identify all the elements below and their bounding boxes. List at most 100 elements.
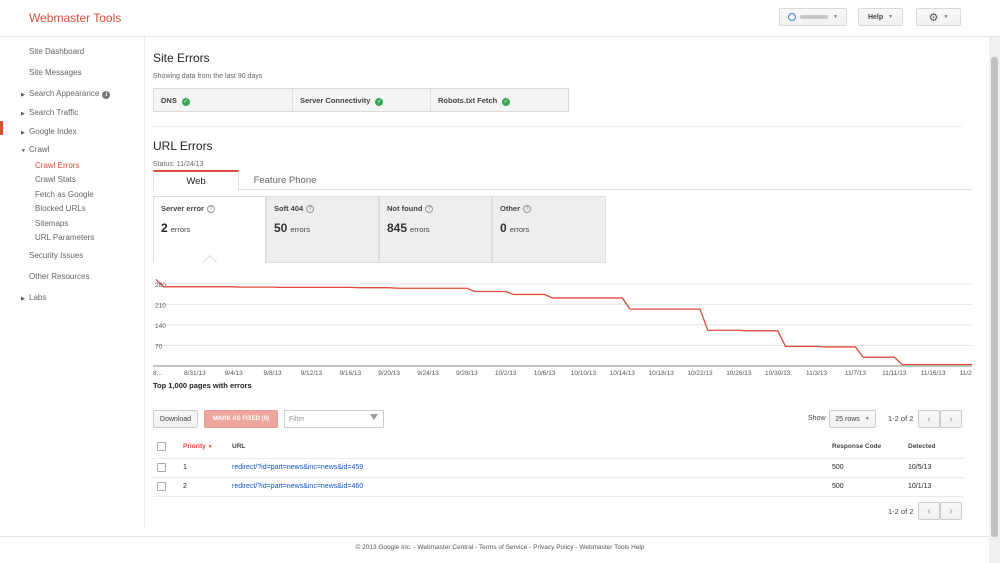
row-url-link[interactable]: redirect/?id=part=news&inc=news&id=459 bbox=[232, 464, 363, 471]
tile-unit: errors bbox=[290, 225, 310, 235]
help-label: Help bbox=[867, 13, 884, 21]
filter-input[interactable]: Filter bbox=[284, 410, 384, 428]
x-tick-label: 9/16/13 bbox=[339, 370, 361, 377]
url-link[interactable]: redirect/?id=part=news&inc=news&id=460 bbox=[232, 483, 363, 490]
filter-funnel-icon bbox=[370, 414, 378, 420]
x-tick-label: 8... bbox=[153, 370, 162, 377]
y-tick-label: 280 bbox=[155, 282, 166, 289]
sidebar-item-label: Search Appearance bbox=[29, 89, 100, 98]
x-tick-label: 10/30/13 bbox=[765, 370, 791, 377]
sidebar-item-crawl[interactable]: ▼ Crawl bbox=[21, 145, 49, 154]
help-icon[interactable]: ? bbox=[425, 205, 434, 214]
help-icon[interactable]: ? bbox=[306, 205, 315, 214]
info-icon[interactable]: i bbox=[102, 91, 111, 99]
tile-count: 2 bbox=[161, 221, 168, 236]
column-header-response-code[interactable]: Response Code bbox=[832, 443, 881, 450]
tab-feature-phone[interactable]: Feature Phone bbox=[239, 170, 331, 190]
row-checkbox[interactable] bbox=[157, 463, 166, 474]
sidebar-item-fetch-as-google[interactable]: Fetch as Google bbox=[35, 190, 94, 199]
help-button[interactable]: Help ▼ bbox=[858, 8, 903, 26]
section-divider bbox=[153, 126, 962, 127]
download-button[interactable]: Download bbox=[153, 410, 198, 428]
rows-per-page-select[interactable]: 25 rows ▼ bbox=[829, 410, 876, 428]
checkbox-icon bbox=[157, 442, 166, 451]
site-error-robots-fetch[interactable]: Robots.txt Fetch ✓ bbox=[431, 89, 568, 111]
tile-label: Soft 404 bbox=[274, 204, 304, 213]
tab-web[interactable]: Web bbox=[153, 170, 239, 191]
sidebar-item-search-traffic[interactable]: ▶ Search Traffic bbox=[21, 108, 79, 117]
sidebar-item-site-messages[interactable]: Site Messages bbox=[29, 68, 81, 77]
row-priority: 1 bbox=[183, 464, 187, 471]
y-tick-label: 140 bbox=[155, 323, 166, 330]
chevron-right-icon: › bbox=[949, 413, 953, 425]
vertical-scrollbar[interactable] bbox=[989, 37, 1000, 563]
column-header-priority[interactable]: Priority ▼ bbox=[183, 443, 213, 450]
expand-triangle-icon: ▶ bbox=[21, 130, 25, 136]
collapse-triangle-icon: ▼ bbox=[21, 148, 26, 154]
sidebar-item-crawl-errors[interactable]: Crawl Errors bbox=[35, 161, 79, 170]
help-icon[interactable]: ? bbox=[206, 205, 215, 214]
tile-server-error[interactable]: Server error? 2 errors bbox=[153, 196, 266, 263]
x-tick-label: 9/4/13 bbox=[225, 370, 243, 377]
pagination-status: 1-2 of 2 bbox=[888, 414, 914, 423]
x-tick-label: 10/14/13 bbox=[610, 370, 636, 377]
sidebar-item-sitemaps[interactable]: Sitemaps bbox=[35, 219, 68, 228]
settings-button[interactable]: ⚙ ▼ bbox=[916, 8, 961, 26]
next-page-button[interactable]: › bbox=[940, 410, 962, 428]
chevron-down-icon: ▼ bbox=[833, 14, 838, 20]
sidebar-item-blocked-urls[interactable]: Blocked URLs bbox=[35, 204, 86, 213]
account-switcher-button[interactable]: ▼ bbox=[779, 8, 847, 26]
sidebar-item-crawl-stats[interactable]: Crawl Stats bbox=[35, 175, 76, 184]
x-tick-label: 9/12/13 bbox=[301, 370, 323, 377]
sidebar-item-site-dashboard[interactable]: Site Dashboard bbox=[29, 47, 84, 56]
row-checkbox[interactable] bbox=[157, 482, 166, 493]
x-tick-label: 9/24/13 bbox=[417, 370, 439, 377]
app-logo[interactable]: Webmaster Tools bbox=[29, 11, 121, 25]
tile-soft-404[interactable]: Soft 404? 50 errors bbox=[266, 196, 379, 263]
sidebar-item-url-parameters[interactable]: URL Parameters bbox=[35, 233, 94, 242]
row-response-code: 500 bbox=[832, 483, 844, 490]
row-priority: 2 bbox=[183, 483, 187, 490]
row-detected-date: 10/1/13 bbox=[908, 483, 932, 490]
rows-per-page-value: 25 rows bbox=[835, 415, 860, 423]
sidebar-item-label: Search Traffic bbox=[29, 108, 79, 117]
tile-unit: errors bbox=[170, 225, 191, 235]
sidebar-item-security-issues[interactable]: Security Issues bbox=[29, 251, 83, 260]
sidebar-item-labs[interactable]: ▶ Labs bbox=[21, 293, 46, 302]
tile-other[interactable]: Other? 0 errors bbox=[492, 196, 606, 263]
prev-page-button-bottom[interactable]: ‹ bbox=[918, 502, 940, 520]
filter-placeholder: Filter bbox=[289, 416, 305, 423]
tile-label: Other bbox=[500, 204, 521, 213]
chevron-left-icon: ‹ bbox=[927, 413, 931, 425]
errors-line-chart: 70 140 210 280 8... 8/31/13 9/4/13 9/8/13 9/12/1… bbox=[153, 278, 972, 377]
row-url-link[interactable]: redirect/?id=part=news&inc=news&id=460 bbox=[232, 483, 363, 490]
checkbox-icon bbox=[157, 463, 166, 472]
y-tick-label: 70 bbox=[155, 343, 163, 350]
page-footer: © 2013 Google Inc. - Webmaster Central -… bbox=[0, 536, 1000, 563]
sidebar-item-label: Google Index bbox=[29, 127, 77, 136]
sidebar-item-other-resources[interactable]: Other Resources bbox=[29, 272, 89, 281]
checkbox-icon bbox=[157, 482, 166, 491]
chevron-down-icon: ▼ bbox=[864, 416, 870, 422]
prev-page-button[interactable]: ‹ bbox=[918, 410, 940, 428]
column-header-detected[interactable]: Detected bbox=[908, 443, 935, 450]
tile-not-found[interactable]: Not found? 845 errors bbox=[379, 196, 492, 263]
url-link[interactable]: redirect/?id=part=news&inc=news&id=459 bbox=[232, 464, 363, 471]
column-header-url[interactable]: URL bbox=[232, 443, 245, 450]
row-response-code: 500 bbox=[832, 464, 844, 471]
x-tick-label: 11/3/13 bbox=[806, 370, 828, 377]
mark-as-fixed-button[interactable]: MARK AS FIXED (0) bbox=[204, 410, 278, 428]
site-error-label: Server Connectivity bbox=[300, 96, 371, 105]
tile-label: Not found bbox=[387, 204, 423, 213]
url-errors-heading: URL Errors bbox=[153, 139, 213, 153]
x-tick-label: 8/31/13 bbox=[184, 370, 206, 377]
scrollbar-thumb[interactable] bbox=[991, 57, 998, 537]
select-all-checkbox[interactable] bbox=[157, 442, 166, 453]
chevron-right-icon: › bbox=[949, 505, 953, 517]
site-error-server-connectivity[interactable]: Server Connectivity ✓ bbox=[293, 89, 431, 111]
help-icon[interactable]: ? bbox=[523, 205, 532, 214]
next-page-button-bottom[interactable]: › bbox=[940, 502, 962, 520]
site-error-dns[interactable]: DNS ✓ bbox=[154, 89, 293, 111]
sidebar-item-google-index[interactable]: ▶ Google Index bbox=[21, 127, 77, 136]
sidebar-item-search-appearance[interactable]: ▶ Search Appearance i bbox=[21, 89, 111, 99]
